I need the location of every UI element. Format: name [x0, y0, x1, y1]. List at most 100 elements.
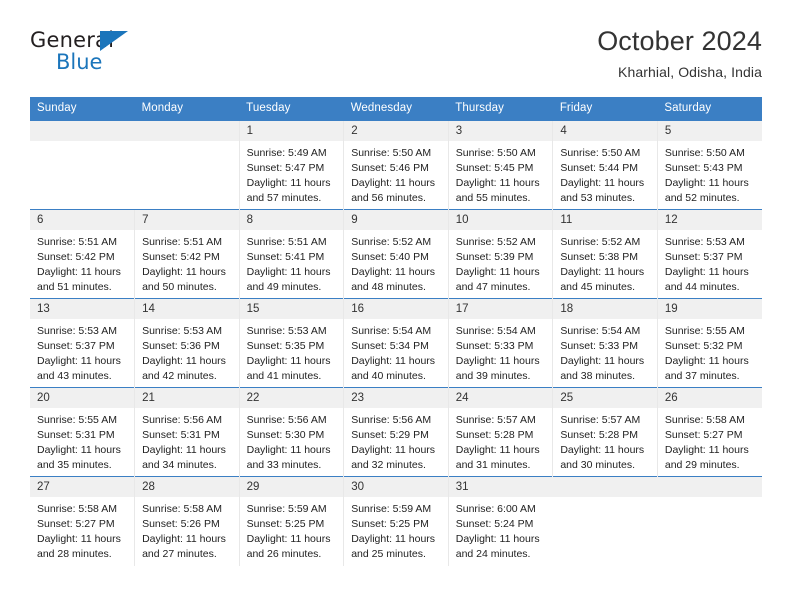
daylight-text: Daylight: 11 hours and 33 minutes.: [246, 443, 331, 471]
calendar-day-cell[interactable]: 5 Sunrise: 5:50 AM Sunset: 5:43 PM Daylight…: [656, 120, 762, 210]
calendar-day-cell[interactable]: 14 Sunrise: 5:53 AM Sunset: 5:36 PM Dayligh…: [134, 298, 240, 388]
calendar-day-cell[interactable]: 13 Sunrise: 5:53 AM Sunset: 5:37 PM Dayligh…: [30, 298, 135, 388]
day-number: 9: [344, 210, 448, 230]
daylight-text: Daylight: 11 hours and 56 minutes.: [351, 176, 436, 204]
sunset-text: Sunset: 5:31 PM: [37, 428, 115, 441]
calendar-day-cell[interactable]: 26 Sunrise: 5:58 AM Sunset: 5:27 PM Dayligh…: [656, 387, 762, 477]
sunrise-text: Sunrise: 5:57 AM: [560, 414, 641, 426]
calendar-day-cell[interactable]: 17 Sunrise: 5:54 AM Sunset: 5:33 PM Dayligh…: [447, 298, 553, 388]
calendar-day-cell[interactable]: 19 Sunrise: 5:55 AM Sunset: 5:32 PM Dayligh…: [656, 298, 762, 388]
daylight-text: Daylight: 11 hours and 37 minutes.: [664, 354, 749, 382]
day-number: 3: [448, 121, 553, 141]
day-details: Sunrise: 5:55 AM Sunset: 5:32 PM Daylight:…: [658, 319, 762, 384]
calendar-day-cell[interactable]: 7 Sunrise: 5:51 AM Sunset: 5:42 PM Daylight…: [134, 209, 240, 299]
sunrise-text: Sunrise: 5:53 AM: [246, 325, 327, 337]
sunrise-text: Sunrise: 5:51 AM: [142, 236, 223, 248]
calendar-day-cell[interactable]: 4 Sunrise: 5:50 AM Sunset: 5:44 PM Daylight…: [552, 120, 658, 210]
sunrise-text: Sunrise: 6:00 AM: [455, 503, 536, 515]
calendar-day-cell[interactable]: 20 Sunrise: 5:55 AM Sunset: 5:31 PM Dayligh…: [30, 387, 135, 477]
calendar-day-cell[interactable]: 24 Sunrise: 5:57 AM Sunset: 5:28 PM Dayligh…: [447, 387, 553, 477]
calendar-day-cell[interactable]: 30 Sunrise: 5:59 AM Sunset: 5:25 PM Dayligh…: [343, 476, 449, 566]
sunrise-text: Sunrise: 5:54 AM: [560, 325, 641, 337]
brand-logo[interactable]: General Blue: [30, 26, 150, 73]
sunrise-text: Sunrise: 5:58 AM: [142, 503, 223, 515]
day-details: Sunrise: 5:50 AM Sunset: 5:44 PM Daylight:…: [553, 141, 657, 206]
day-number: 12: [657, 210, 762, 230]
calendar-day-cell[interactable]: 31 Sunrise: 6:00 AM Sunset: 5:24 PM Dayligh…: [447, 476, 553, 566]
day-number: 23: [344, 388, 448, 408]
day-number: 14: [135, 299, 239, 319]
sunrise-text: Sunrise: 5:56 AM: [142, 414, 223, 426]
sunset-text: Sunset: 5:42 PM: [142, 250, 220, 263]
calendar-week-row: 27 Sunrise: 5:58 AM Sunset: 5:27 PM Dayligh…: [30, 476, 762, 566]
calendar-day-cell[interactable]: 10 Sunrise: 5:52 AM Sunset: 5:39 PM Dayligh…: [447, 209, 553, 299]
day-details: Sunrise: 5:54 AM Sunset: 5:34 PM Daylight:…: [344, 319, 448, 384]
sunset-text: Sunset: 5:30 PM: [246, 428, 325, 441]
day-number: [552, 477, 658, 497]
sunrise-text: Sunrise: 5:53 AM: [142, 325, 223, 337]
calendar-day-cell[interactable]: 21 Sunrise: 5:56 AM Sunset: 5:31 PM Dayligh…: [134, 387, 240, 477]
weekday-header-thursday: Thursday: [448, 97, 553, 121]
daylight-text: Daylight: 11 hours and 44 minutes.: [664, 265, 749, 293]
calendar-empty-cell: [134, 120, 240, 210]
calendar-day-cell[interactable]: 2 Sunrise: 5:50 AM Sunset: 5:46 PM Daylight…: [343, 120, 449, 210]
day-details: Sunrise: 5:58 AM Sunset: 5:26 PM Daylight:…: [135, 497, 239, 562]
day-number: 5: [657, 121, 762, 141]
daylight-text: Daylight: 11 hours and 25 minutes.: [351, 532, 436, 560]
calendar-day-cell[interactable]: 28 Sunrise: 5:58 AM Sunset: 5:26 PM Dayligh…: [134, 476, 240, 566]
day-details: Sunrise: 5:52 AM Sunset: 5:38 PM Daylight:…: [553, 230, 657, 295]
day-details: Sunrise: 5:55 AM Sunset: 5:31 PM Daylight:…: [30, 408, 134, 473]
calendar-day-cell[interactable]: 9 Sunrise: 5:52 AM Sunset: 5:40 PM Daylight…: [343, 209, 449, 299]
sunset-text: Sunset: 5:25 PM: [246, 517, 325, 530]
sunrise-text: Sunrise: 5:56 AM: [351, 414, 432, 426]
calendar-day-cell[interactable]: 15 Sunrise: 5:53 AM Sunset: 5:35 PM Dayligh…: [238, 298, 344, 388]
sunset-text: Sunset: 5:25 PM: [351, 517, 429, 530]
daylight-text: Daylight: 11 hours and 50 minutes.: [142, 265, 226, 293]
sunset-text: Sunset: 5:38 PM: [560, 250, 638, 263]
weekday-header-monday: Monday: [134, 97, 240, 121]
calendar-day-cell[interactable]: 6 Sunrise: 5:51 AM Sunset: 5:42 PM Daylight…: [30, 209, 135, 299]
calendar-empty-cell: [657, 476, 762, 566]
day-number: 30: [344, 477, 448, 497]
calendar-day-cell[interactable]: 22 Sunrise: 5:56 AM Sunset: 5:30 PM Dayligh…: [238, 387, 344, 477]
sunset-text: Sunset: 5:35 PM: [246, 339, 325, 352]
sunrise-text: Sunrise: 5:58 AM: [664, 414, 745, 426]
sunset-text: Sunset: 5:40 PM: [351, 250, 429, 263]
calendar-day-cell[interactable]: 8 Sunrise: 5:51 AM Sunset: 5:41 PM Daylight…: [238, 209, 344, 299]
calendar-day-cell[interactable]: 11 Sunrise: 5:52 AM Sunset: 5:38 PM Dayligh…: [552, 209, 658, 299]
day-details: Sunrise: 5:58 AM Sunset: 5:27 PM Daylight:…: [658, 408, 762, 473]
daylight-text: Daylight: 11 hours and 53 minutes.: [560, 176, 645, 204]
day-number: 10: [448, 210, 553, 230]
calendar-day-cell[interactable]: 18 Sunrise: 5:54 AM Sunset: 5:33 PM Dayligh…: [552, 298, 658, 388]
sunset-text: Sunset: 5:45 PM: [455, 161, 534, 174]
calendar-day-cell[interactable]: 16 Sunrise: 5:54 AM Sunset: 5:34 PM Dayligh…: [343, 298, 449, 388]
day-number: [657, 477, 762, 497]
calendar-day-cell[interactable]: 27 Sunrise: 5:58 AM Sunset: 5:27 PM Dayligh…: [30, 476, 135, 566]
weekday-header-friday: Friday: [552, 97, 658, 121]
day-details: Sunrise: 5:57 AM Sunset: 5:28 PM Daylight:…: [449, 408, 553, 473]
sunrise-text: Sunrise: 5:50 AM: [560, 147, 641, 159]
sunset-text: Sunset: 5:28 PM: [560, 428, 638, 441]
sunset-text: Sunset: 5:44 PM: [560, 161, 638, 174]
day-details: Sunrise: 5:50 AM Sunset: 5:46 PM Daylight:…: [344, 141, 448, 206]
calendar-day-cell[interactable]: 1 Sunrise: 5:49 AM Sunset: 5:47 PM Daylight…: [238, 120, 344, 210]
sunset-text: Sunset: 5:31 PM: [142, 428, 220, 441]
sunrise-text: Sunrise: 5:52 AM: [351, 236, 432, 248]
calendar-day-cell[interactable]: 12 Sunrise: 5:53 AM Sunset: 5:37 PM Dayligh…: [656, 209, 762, 299]
calendar-day-cell[interactable]: 23 Sunrise: 5:56 AM Sunset: 5:29 PM Dayligh…: [343, 387, 449, 477]
daylight-text: Daylight: 11 hours and 34 minutes.: [142, 443, 226, 471]
calendar-day-cell[interactable]: 25 Sunrise: 5:57 AM Sunset: 5:28 PM Dayligh…: [552, 387, 658, 477]
day-details: Sunrise: 5:56 AM Sunset: 5:30 PM Daylight:…: [240, 408, 344, 473]
calendar-day-cell[interactable]: 3 Sunrise: 5:50 AM Sunset: 5:45 PM Daylight…: [447, 120, 553, 210]
day-details: Sunrise: 5:54 AM Sunset: 5:33 PM Daylight:…: [553, 319, 657, 384]
calendar-day-cell[interactable]: 29 Sunrise: 5:59 AM Sunset: 5:25 PM Dayligh…: [238, 476, 344, 566]
day-details: Sunrise: 5:52 AM Sunset: 5:40 PM Daylight:…: [344, 230, 448, 295]
day-details: Sunrise: 5:59 AM Sunset: 5:25 PM Daylight:…: [344, 497, 448, 562]
logo-text-blue: Blue: [56, 50, 103, 74]
daylight-text: Daylight: 11 hours and 30 minutes.: [560, 443, 645, 471]
sunset-text: Sunset: 5:24 PM: [455, 517, 534, 530]
sunset-text: Sunset: 5:26 PM: [142, 517, 220, 530]
daylight-text: Daylight: 11 hours and 57 minutes.: [246, 176, 331, 204]
sunset-text: Sunset: 5:41 PM: [246, 250, 325, 263]
sunrise-text: Sunrise: 5:49 AM: [246, 147, 327, 159]
